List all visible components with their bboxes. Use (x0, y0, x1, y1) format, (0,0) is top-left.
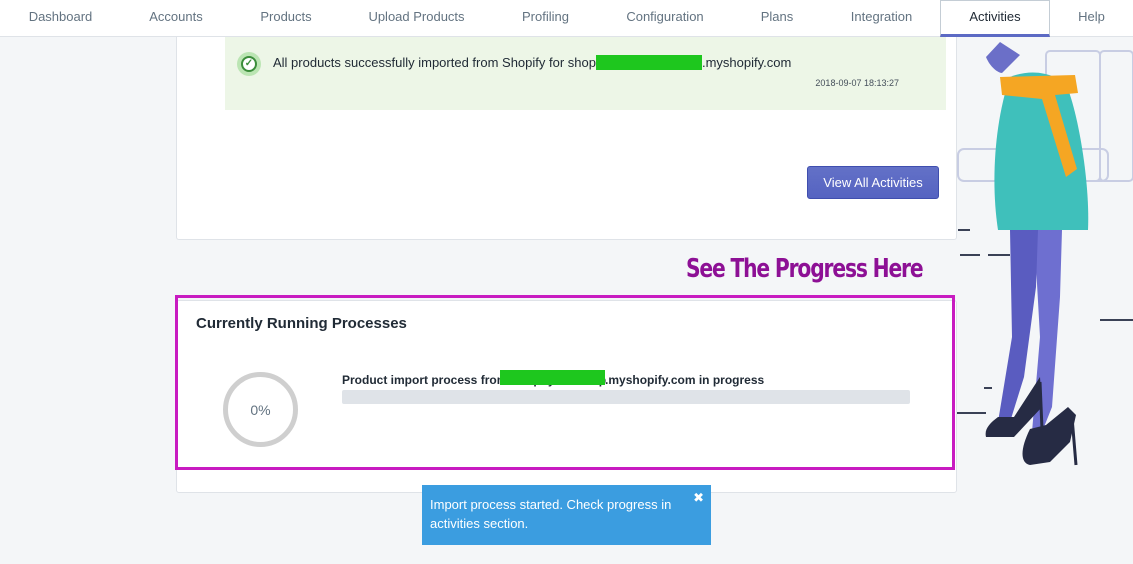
nav-tab-profiling[interactable]: Profiling (492, 0, 599, 36)
recent-activities-card: ✓ All products successfully imported fro… (176, 37, 957, 240)
redacted-shop-name-2 (500, 370, 606, 385)
toast-message: Import process started. Check progress i… (430, 497, 672, 531)
progress-bar (342, 390, 910, 404)
nav-tab-upload-products[interactable]: Upload Products (341, 0, 492, 36)
progress-ring: 0% (223, 372, 298, 447)
nav-tab-configuration[interactable]: Configuration (599, 0, 731, 36)
running-processes-title: Currently Running Processes (196, 315, 407, 332)
progress-callout: See The Progress Here (686, 254, 924, 284)
nav-tab-dashboard[interactable]: Dashboard (0, 0, 121, 36)
view-all-activities-button[interactable]: View All Activities (807, 166, 939, 199)
running-processes-highlight: Currently Running Processes 0% Product i… (175, 295, 955, 470)
progress-percent-label: 0% (250, 401, 271, 418)
nav-tab-activities[interactable]: Activities (940, 0, 1050, 37)
close-icon[interactable]: ✖ (693, 491, 704, 504)
process-description: Product import process from Shopify for … (342, 370, 765, 387)
activity-success-item: ✓ All products successfully imported fro… (225, 37, 946, 110)
activity-message: All products successfully imported from … (273, 55, 791, 70)
top-nav: Dashboard Accounts Products Upload Produ… (0, 0, 1133, 37)
notification-toast: Import process started. Check progress i… (422, 485, 711, 545)
nav-tab-help[interactable]: Help (1050, 0, 1133, 36)
nav-tab-plans[interactable]: Plans (731, 0, 823, 36)
activity-timestamp: 2018-09-07 18:13:27 (815, 78, 899, 88)
redacted-shop-name (595, 55, 702, 70)
nav-tab-products[interactable]: Products (231, 0, 341, 36)
activity-message-suffix: .myshopify.com (701, 55, 792, 70)
activity-message-prefix: All products successfully imported from … (273, 55, 596, 70)
nav-tab-accounts[interactable]: Accounts (121, 0, 231, 36)
nav-tab-integration[interactable]: Integration (823, 0, 940, 36)
checkmark-icon: ✓ (237, 52, 261, 76)
process-description-suffix: .myshopify.com in progress (605, 373, 765, 387)
woman-illustration (956, 42, 1133, 466)
